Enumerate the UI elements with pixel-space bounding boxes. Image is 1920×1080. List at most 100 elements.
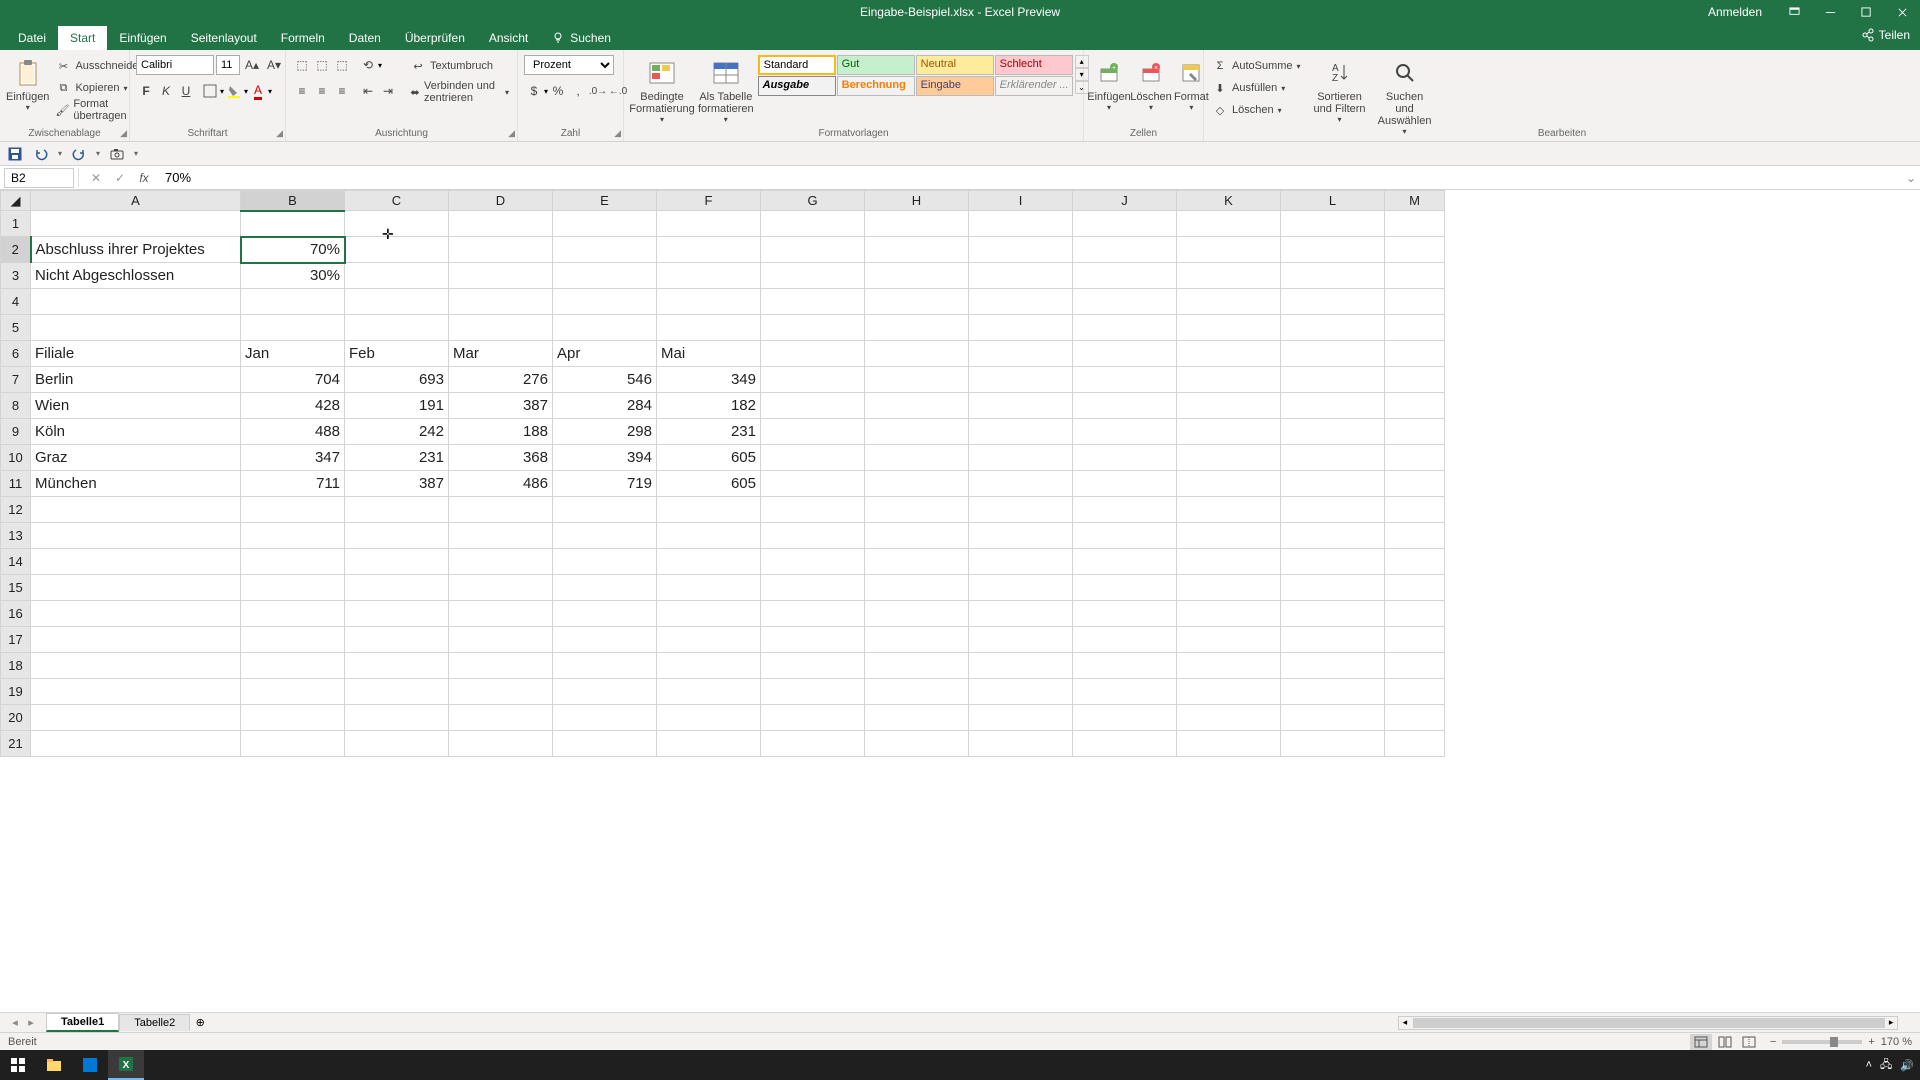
cell-H14[interactable] (865, 549, 969, 575)
column-header-L[interactable]: L (1281, 191, 1385, 211)
cell-J8[interactable] (1073, 393, 1177, 419)
cell-I3[interactable] (969, 263, 1073, 289)
hscroll-left[interactable]: ◂ (1399, 1017, 1411, 1028)
cell-A17[interactable] (31, 627, 241, 653)
cell-B2[interactable]: 70% (241, 237, 345, 263)
cell-J15[interactable] (1073, 575, 1177, 601)
cell-C8[interactable]: 191 (345, 393, 449, 419)
cell-E19[interactable] (553, 679, 657, 705)
cell-E7[interactable]: 546 (553, 367, 657, 393)
cell-K16[interactable] (1177, 601, 1281, 627)
cell-H17[interactable] (865, 627, 969, 653)
save-button[interactable] (6, 145, 24, 163)
cell-F5[interactable] (657, 315, 761, 341)
cell-G5[interactable] (761, 315, 865, 341)
cell-F13[interactable] (657, 523, 761, 549)
cell-D19[interactable] (449, 679, 553, 705)
cell-K13[interactable] (1177, 523, 1281, 549)
tray-network-icon[interactable]: 🖧 (1880, 1056, 1892, 1075)
start-button[interactable] (0, 1050, 36, 1080)
cell-A12[interactable] (31, 497, 241, 523)
cell-B6[interactable]: Jan (241, 341, 345, 367)
cell-L7[interactable] (1281, 367, 1385, 393)
cell-B15[interactable] (241, 575, 345, 601)
percent-format-icon[interactable]: % (548, 81, 568, 101)
cell-B20[interactable] (241, 705, 345, 731)
cell-H13[interactable] (865, 523, 969, 549)
cell-J12[interactable] (1073, 497, 1177, 523)
cell-C9[interactable]: 242 (345, 419, 449, 445)
cell-A13[interactable] (31, 523, 241, 549)
cell-K18[interactable] (1177, 653, 1281, 679)
cell-A3[interactable]: Nicht Abgeschlossen (31, 263, 241, 289)
cell-G17[interactable] (761, 627, 865, 653)
cell-L18[interactable] (1281, 653, 1385, 679)
row-header-8[interactable]: 8 (1, 393, 31, 419)
cell-K9[interactable] (1177, 419, 1281, 445)
cell-M4[interactable] (1385, 289, 1445, 315)
alignment-dialog-launcher[interactable]: ◢ (508, 128, 515, 139)
cell-F21[interactable] (657, 731, 761, 757)
tab-uberprufen[interactable]: Überprüfen (393, 26, 477, 50)
cell-E9[interactable]: 298 (553, 419, 657, 445)
cell-H6[interactable] (865, 341, 969, 367)
column-header-I[interactable]: I (969, 191, 1073, 211)
column-header-B[interactable]: B (241, 191, 345, 211)
cell-D20[interactable] (449, 705, 553, 731)
cell-I16[interactable] (969, 601, 1073, 627)
cell-J10[interactable] (1073, 445, 1177, 471)
find-select-button[interactable]: Suchen und Auswählen▾ (1377, 55, 1433, 136)
cell-L20[interactable] (1281, 705, 1385, 731)
hscroll-thumb[interactable] (1413, 1018, 1885, 1028)
cell-D13[interactable] (449, 523, 553, 549)
cell-C15[interactable] (345, 575, 449, 601)
cell-M1[interactable] (1385, 211, 1445, 237)
column-header-M[interactable]: M (1385, 191, 1445, 211)
cell-I11[interactable] (969, 471, 1073, 497)
cell-K6[interactable] (1177, 341, 1281, 367)
column-header-H[interactable]: H (865, 191, 969, 211)
column-header-A[interactable]: A (31, 191, 241, 211)
cell-M7[interactable] (1385, 367, 1445, 393)
fill-color-button[interactable] (224, 81, 244, 101)
cell-I12[interactable] (969, 497, 1073, 523)
view-page-layout-icon[interactable] (1714, 1034, 1736, 1050)
row-header-10[interactable]: 10 (1, 445, 31, 471)
cell-F15[interactable] (657, 575, 761, 601)
cell-B8[interactable]: 428 (241, 393, 345, 419)
cell-M16[interactable] (1385, 601, 1445, 627)
cell-G18[interactable] (761, 653, 865, 679)
merge-center-button[interactable]: ⬌Verbinden und zentrieren▾ (408, 81, 511, 103)
tab-daten[interactable]: Daten (337, 26, 393, 50)
cell-H18[interactable] (865, 653, 969, 679)
cell-G14[interactable] (761, 549, 865, 575)
signin-link[interactable]: Anmelden (1694, 5, 1776, 19)
cell-J6[interactable] (1073, 341, 1177, 367)
cell-G11[interactable] (761, 471, 865, 497)
cell-styles-gallery[interactable]: Standard Gut Neutral Schlecht Ausgabe Be… (758, 55, 1073, 96)
clipboard-dialog-launcher[interactable]: ◢ (120, 128, 127, 139)
font-size-select[interactable] (216, 55, 240, 75)
cell-E3[interactable] (553, 263, 657, 289)
cell-F16[interactable] (657, 601, 761, 627)
increase-indent-icon[interactable]: ⇥ (378, 81, 398, 101)
cell-M10[interactable] (1385, 445, 1445, 471)
sheet-tab-2[interactable]: Tabelle2 (119, 1014, 190, 1031)
cell-H16[interactable] (865, 601, 969, 627)
cell-C7[interactable]: 693 (345, 367, 449, 393)
column-header-K[interactable]: K (1177, 191, 1281, 211)
cell-M15[interactable] (1385, 575, 1445, 601)
cell-J16[interactable] (1073, 601, 1177, 627)
cell-K8[interactable] (1177, 393, 1281, 419)
cell-D9[interactable]: 188 (449, 419, 553, 445)
cell-G10[interactable] (761, 445, 865, 471)
cell-I1[interactable] (969, 211, 1073, 237)
tray-volume-icon[interactable]: 🔊 (1900, 1059, 1914, 1072)
align-bottom-icon[interactable]: ⬚ (332, 55, 352, 75)
tell-me-search[interactable]: Suchen (540, 26, 623, 50)
cell-L17[interactable] (1281, 627, 1385, 653)
cell-H1[interactable] (865, 211, 969, 237)
row-header-16[interactable]: 16 (1, 601, 31, 627)
cell-D16[interactable] (449, 601, 553, 627)
fill-button[interactable]: ⬇Ausfüllen▾ (1210, 77, 1303, 99)
